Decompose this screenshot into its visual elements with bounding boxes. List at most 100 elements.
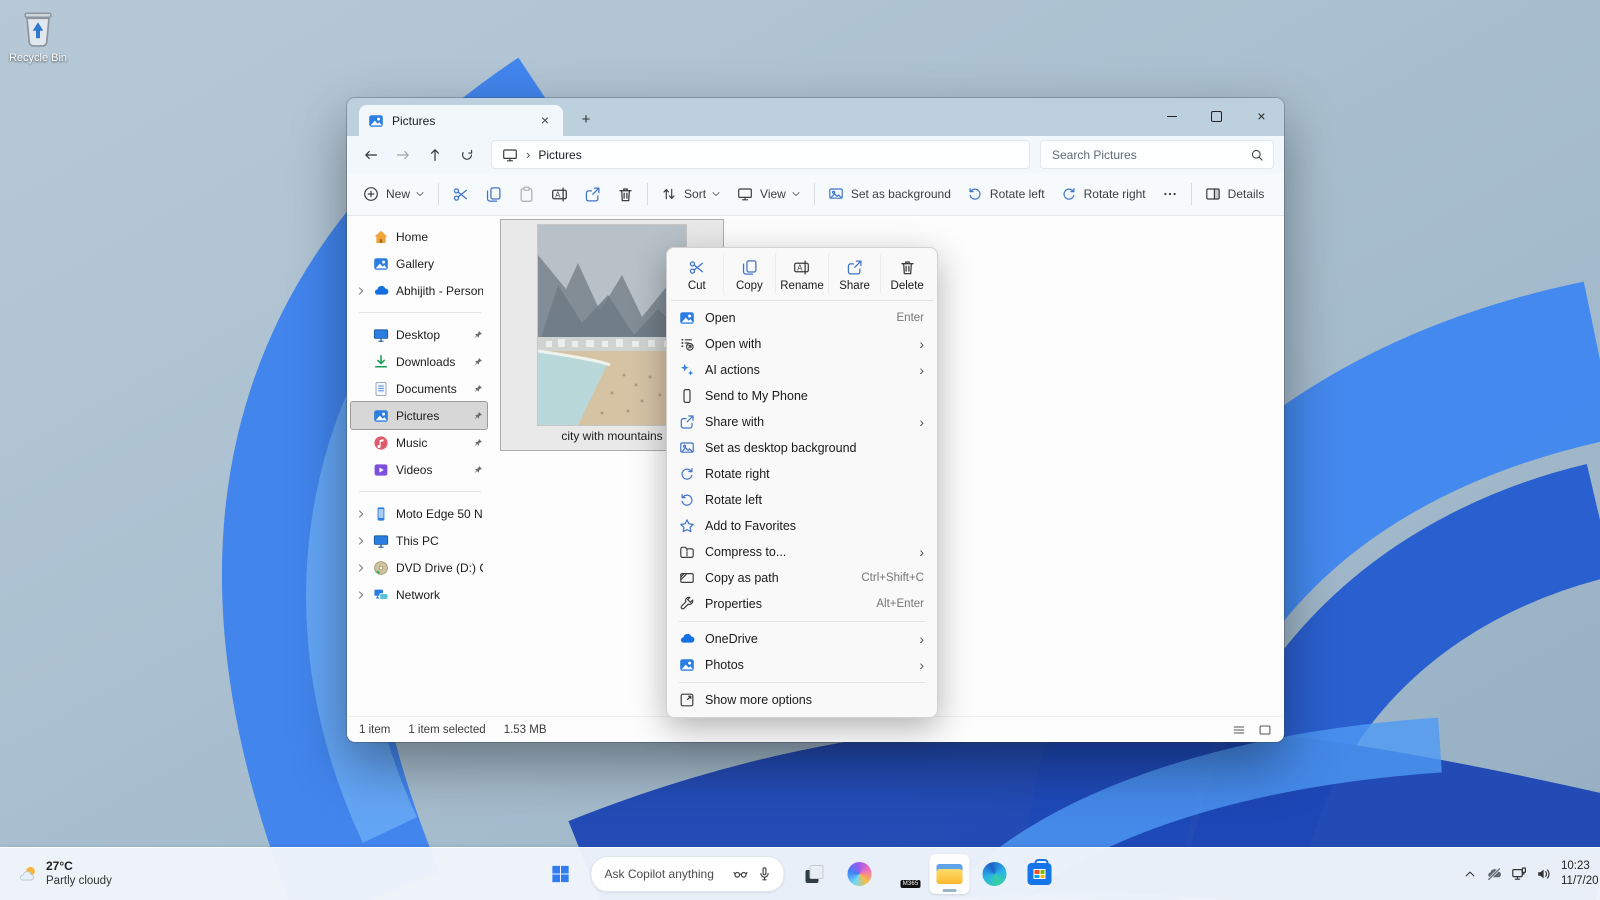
- rename-button[interactable]: Rename: [775, 252, 828, 296]
- delete-button[interactable]: Delete: [880, 252, 933, 296]
- menu-item-label: Copy as path: [705, 571, 851, 585]
- rotate-right-button[interactable]: Rotate right: [1053, 180, 1154, 208]
- menu-item-open[interactable]: Open Enter: [671, 305, 933, 331]
- ai-sparkle-icon: [679, 362, 695, 378]
- menu-item-properties[interactable]: Properties Alt+Enter: [671, 591, 933, 617]
- task-view-button[interactable]: [795, 854, 835, 894]
- onedrive-paused-icon[interactable]: [1486, 866, 1502, 882]
- view-button[interactable]: View: [729, 180, 809, 208]
- new-button[interactable]: New: [355, 180, 433, 208]
- rename-icon: [793, 259, 810, 276]
- set-as-background-button[interactable]: Set as background: [820, 180, 959, 208]
- paste-button[interactable]: [510, 180, 543, 209]
- back-button[interactable]: [357, 142, 385, 168]
- maximize-button[interactable]: [1194, 98, 1239, 134]
- sidebar-item-label: Downloads: [396, 355, 466, 369]
- breadcrumb-location[interactable]: Pictures: [538, 148, 581, 162]
- menu-item-label: Photos: [705, 658, 909, 672]
- rename-button[interactable]: [543, 180, 576, 209]
- menu-item-photos[interactable]: Photos ›: [671, 652, 933, 678]
- list-view-icon[interactable]: [1232, 723, 1246, 737]
- menu-item-ai-actions[interactable]: AI actions ›: [671, 357, 933, 383]
- breadcrumb[interactable]: › Pictures: [491, 140, 1030, 169]
- sidebar-item-videos[interactable]: Videos: [351, 456, 487, 483]
- share-button[interactable]: Share: [828, 252, 881, 296]
- sidebar-item-desktop[interactable]: Desktop: [351, 321, 487, 348]
- sidebar-item-documents[interactable]: Documents: [351, 375, 487, 402]
- new-tab-button[interactable]: +: [573, 107, 599, 133]
- sidebar-item-dvd-drive[interactable]: DVD Drive (D:) CCC: [351, 554, 487, 581]
- tab-close-icon[interactable]: ×: [536, 112, 554, 130]
- rotate-right-label: Rotate right: [1084, 188, 1146, 200]
- sidebar-item-phone[interactable]: Moto Edge 50 Neo: [351, 500, 487, 527]
- chevron-down-icon: [415, 189, 425, 199]
- chevron-right-icon: [356, 509, 366, 519]
- share-button[interactable]: [576, 180, 609, 209]
- show-more-icon: [679, 692, 695, 708]
- sidebar-item-pictures[interactable]: Pictures: [351, 402, 487, 429]
- edge-button[interactable]: [975, 854, 1015, 894]
- close-button[interactable]: ×: [1239, 98, 1284, 134]
- menu-item-copy-as-path[interactable]: Copy as path Ctrl+Shift+C: [671, 565, 933, 591]
- copilot-app-button[interactable]: [840, 854, 880, 894]
- sidebar-item-this-pc[interactable]: This PC: [351, 527, 487, 554]
- taskbar: 27°C Partly cloudy M365: [0, 847, 1600, 900]
- sort-button[interactable]: Sort: [653, 180, 729, 208]
- forward-button[interactable]: [389, 142, 417, 168]
- start-button[interactable]: [541, 854, 581, 894]
- clock[interactable]: 10:23 11/7/2025: [1561, 859, 1598, 889]
- up-button[interactable]: [421, 142, 449, 168]
- see-more-button[interactable]: [1154, 180, 1186, 208]
- menu-item-add-to-favorites[interactable]: Add to Favorites: [671, 513, 933, 539]
- paste-icon: [518, 186, 535, 203]
- menu-item-open-with[interactable]: Open with ›: [671, 331, 933, 357]
- delete-button[interactable]: [609, 180, 642, 209]
- speaker-icon[interactable]: [1536, 866, 1552, 882]
- pin-icon: [473, 438, 483, 448]
- sidebar-item-network[interactable]: Network: [351, 581, 487, 608]
- tab-pictures[interactable]: Pictures ×: [359, 105, 563, 136]
- menu-item-set-desktop-background[interactable]: Set as desktop background: [671, 435, 933, 461]
- pictures-icon: [368, 113, 384, 129]
- desktop-icon: [373, 327, 389, 343]
- menu-item-show-more-options[interactable]: Show more options: [671, 687, 933, 713]
- ethernet-icon[interactable]: [1511, 866, 1527, 882]
- recycle-bin-label: Recycle Bin: [9, 52, 67, 64]
- sidebar-item-downloads[interactable]: Downloads: [351, 348, 487, 375]
- sidebar-item-gallery[interactable]: Gallery: [351, 250, 487, 277]
- file-explorer-button[interactable]: [930, 854, 970, 894]
- edge-icon: [983, 862, 1007, 886]
- thumbnail-view-icon[interactable]: [1258, 723, 1272, 737]
- menu-item-rotate-right[interactable]: Rotate right: [671, 461, 933, 487]
- recycle-bin[interactable]: Recycle Bin: [6, 6, 70, 64]
- minimize-button[interactable]: [1149, 98, 1194, 134]
- copy-button[interactable]: [477, 180, 510, 209]
- sidebar-item-music[interactable]: Music: [351, 429, 487, 456]
- task-view-icon: [806, 865, 824, 883]
- menu-item-rotate-left[interactable]: Rotate left: [671, 487, 933, 513]
- chevron-down-icon: [711, 189, 721, 199]
- copilot-search-box[interactable]: [591, 856, 785, 892]
- menu-item-share-with[interactable]: Share with ›: [671, 409, 933, 435]
- sidebar-item-home[interactable]: Home: [351, 223, 487, 250]
- menu-item-onedrive[interactable]: OneDrive ›: [671, 626, 933, 652]
- copilot-search-input[interactable]: [603, 866, 725, 882]
- details-button[interactable]: Details: [1197, 180, 1273, 208]
- rotate-left-button[interactable]: Rotate left: [959, 180, 1053, 208]
- search-box[interactable]: [1040, 140, 1274, 169]
- m365-copilot-button[interactable]: M365: [885, 854, 925, 894]
- menu-item-send-to-phone[interactable]: Send to My Phone: [671, 383, 933, 409]
- rename-label: Rename: [780, 280, 823, 292]
- weather-widget[interactable]: 27°C Partly cloudy: [12, 848, 118, 900]
- menu-item-compress-to[interactable]: Compress to... ›: [671, 539, 933, 565]
- refresh-button[interactable]: [453, 142, 481, 168]
- microsoft-store-button[interactable]: [1020, 854, 1060, 894]
- cut-button[interactable]: [444, 180, 477, 209]
- sidebar-item-onedrive[interactable]: Abhijith - Personal: [351, 277, 487, 304]
- cut-button[interactable]: Cut: [671, 252, 723, 296]
- search-input[interactable]: [1050, 147, 1244, 163]
- copy-button[interactable]: Copy: [723, 252, 776, 296]
- m365-copilot-icon: M365: [892, 862, 918, 886]
- hidden-icons-chevron-icon[interactable]: [1463, 867, 1477, 881]
- pictures-icon: [373, 408, 389, 424]
